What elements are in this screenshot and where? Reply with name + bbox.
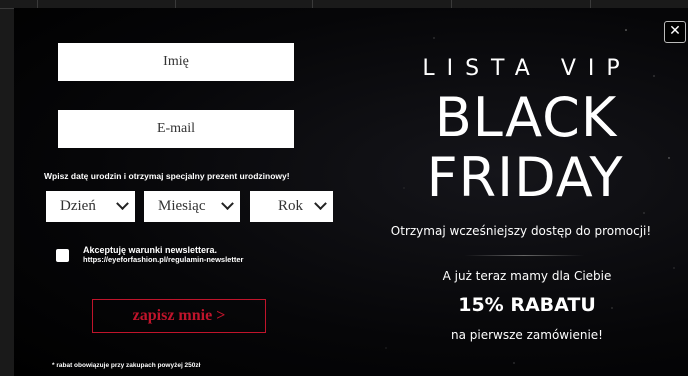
headline-friday: FRIDAY	[426, 146, 624, 209]
promo-panel: LISTA VIP BLACK FRIDAY Otrzymaj wcześnie…	[354, 8, 688, 376]
newsletter-consent-checkbox[interactable]	[56, 249, 69, 262]
early-access-text: Otrzymaj wcześniejszy dostęp do promocji…	[390, 224, 652, 238]
day-select-value: Dzień	[60, 198, 96, 214]
offer-intro-text: A już teraz mamy dla Ciebie	[442, 269, 612, 283]
name-placeholder: Imię	[163, 54, 189, 69]
consent-url[interactable]: https://eyeforfashion.pl/regulamin-newsl…	[83, 255, 333, 265]
consent-text: Akceptuję warunki newslettera. https://e…	[83, 245, 333, 265]
consent-label: Akceptuję warunki newslettera.	[83, 245, 218, 255]
month-select-value: Miesiąc	[158, 198, 206, 214]
divider	[464, 255, 584, 256]
discount-footnote: * rabat obowiązuje przy zakupach powyżej…	[52, 362, 201, 369]
discount-amount: 15% RABATU	[458, 294, 596, 316]
subscribe-button[interactable]: zapisz mnie >	[92, 299, 266, 333]
chevron-down-icon	[314, 197, 327, 211]
chevron-down-icon	[116, 197, 129, 211]
birthday-label: Wpisz datę urodzin i otrzymaj specjalny …	[44, 171, 290, 181]
year-select-value: Rok	[278, 198, 304, 214]
day-select[interactable]: Dzień	[46, 191, 135, 222]
signup-form: Imię E-mail Wpisz datę urodzin i otrzyma…	[14, 8, 354, 376]
first-order-text: na pierwsze zamówienie!	[451, 328, 603, 342]
email-placeholder: E-mail	[156, 121, 196, 136]
month-select[interactable]: Miesiąc	[144, 191, 240, 222]
name-input[interactable]: Imię	[58, 43, 294, 81]
newsletter-modal: ✕ Imię E-mail Wpisz datę urodzin i otrzy…	[14, 8, 688, 376]
headline-black: BLACK	[434, 86, 618, 149]
year-select[interactable]: Rok	[250, 191, 333, 222]
vip-list-heading: LISTA VIP	[422, 56, 632, 81]
chevron-down-icon	[221, 197, 234, 211]
email-input[interactable]: E-mail	[58, 110, 294, 148]
